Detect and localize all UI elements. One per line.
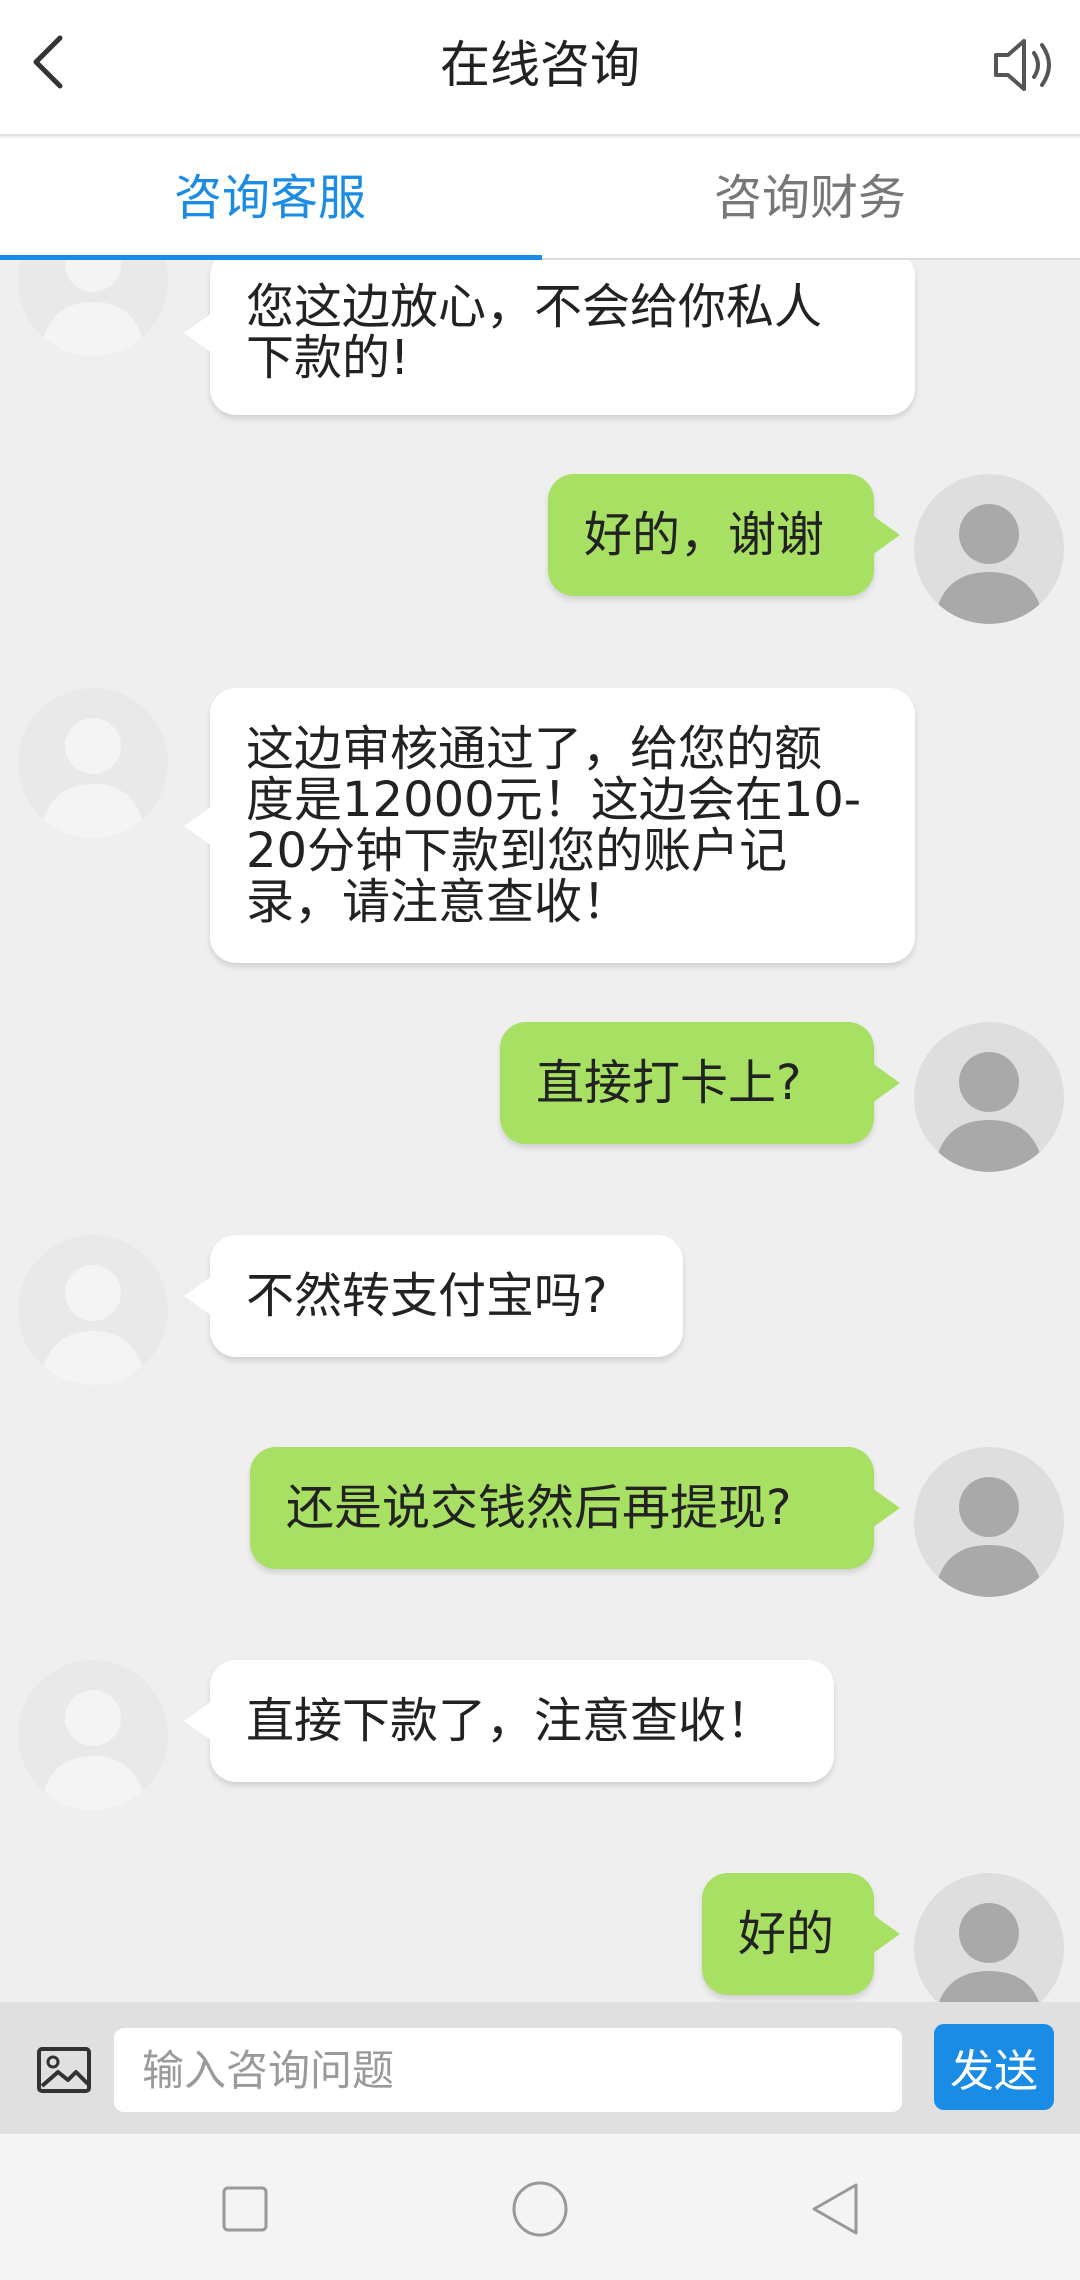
recent-apps-icon bbox=[222, 2186, 268, 2232]
message-bubble: 这边审核通过了，给您的额 度是12000元！这边会在10- 20分钟下款到您的账… bbox=[184, 688, 915, 963]
user-avatar-icon bbox=[934, 504, 1044, 624]
user-avatar bbox=[914, 1873, 1064, 2002]
message-line: 这边审核通过了，给您的额 bbox=[246, 720, 823, 777]
home-button[interactable] bbox=[505, 2174, 575, 2244]
message-bubble: 直接打卡上? bbox=[500, 1022, 900, 1144]
tab-consult-finance[interactable]: 咨询财务 bbox=[540, 138, 1080, 258]
message-bubble: 不然转支付宝吗? bbox=[184, 1235, 683, 1357]
message-bubble: 您这边放心，不会给你私人 下款的! bbox=[184, 260, 915, 415]
message-line: 直接打卡上? bbox=[536, 1054, 802, 1111]
message-line: 您这边放心，不会给你私人 bbox=[246, 278, 823, 335]
message-bubble: 直接下款了，注意查收！ bbox=[184, 1660, 834, 1782]
message-bubble: 好的，谢谢 bbox=[548, 474, 900, 596]
tab-consult-service[interactable]: 咨询客服 bbox=[0, 138, 540, 258]
system-back-button[interactable] bbox=[800, 2174, 870, 2244]
send-button[interactable]: 发送 bbox=[934, 2024, 1054, 2110]
app-header: 在线咨询 bbox=[0, 0, 1080, 136]
message-input-bar: 发送 bbox=[0, 2002, 1080, 2134]
default-avatar-icon bbox=[40, 1690, 146, 1810]
consult-question-input[interactable] bbox=[114, 2028, 902, 2112]
tab-bar: 咨询客服 咨询财务 bbox=[0, 138, 1080, 260]
attach-image-button[interactable] bbox=[36, 2046, 92, 2094]
system-nav-bar bbox=[0, 2134, 1080, 2280]
user-avatar bbox=[914, 1022, 1064, 1172]
user-avatar bbox=[914, 474, 1064, 624]
home-icon bbox=[512, 2181, 568, 2237]
chat-thread[interactable]: 您这边放心，不会给你私人 下款的! 好的，谢谢 这边审核通过了，给您的额 度是1… bbox=[0, 260, 1080, 2002]
speaker-icon bbox=[994, 39, 1051, 91]
page-title: 在线咨询 bbox=[440, 36, 640, 94]
sound-button[interactable] bbox=[990, 30, 1060, 100]
agent-avatar bbox=[18, 260, 168, 356]
image-icon bbox=[37, 2047, 91, 2093]
message-line: 下款的! bbox=[246, 329, 410, 386]
default-avatar-icon bbox=[40, 1265, 146, 1385]
agent-avatar bbox=[18, 1660, 168, 1810]
message-line: 度是12000元！这边会在10- bbox=[246, 771, 862, 828]
user-avatar-icon bbox=[934, 1477, 1044, 1597]
message-line: 20分钟下款到您的账户记 bbox=[246, 822, 788, 879]
user-avatar-icon bbox=[934, 1052, 1044, 1172]
message-line: 录，请注意查收！ bbox=[246, 873, 631, 930]
message-bubble: 还是说交钱然后再提现? bbox=[250, 1447, 900, 1569]
message-line: 还是说交钱然后再提现? bbox=[286, 1479, 792, 1536]
message-line: 好的 bbox=[738, 1905, 835, 1962]
agent-avatar bbox=[18, 688, 168, 838]
back-triangle-icon bbox=[812, 2183, 858, 2235]
message-line: 直接下款了，注意查收！ bbox=[246, 1692, 775, 1749]
message-line: 不然转支付宝吗? bbox=[246, 1267, 608, 1324]
message-bubble: 好的 bbox=[702, 1873, 900, 1995]
message-line: 好的，谢谢 bbox=[584, 506, 825, 563]
default-avatar-icon bbox=[40, 718, 146, 838]
recent-apps-button[interactable] bbox=[210, 2174, 280, 2244]
user-avatar bbox=[914, 1447, 1064, 1597]
user-avatar-icon bbox=[939, 1903, 1039, 2002]
agent-avatar bbox=[18, 1235, 168, 1385]
default-avatar-icon bbox=[40, 260, 146, 356]
